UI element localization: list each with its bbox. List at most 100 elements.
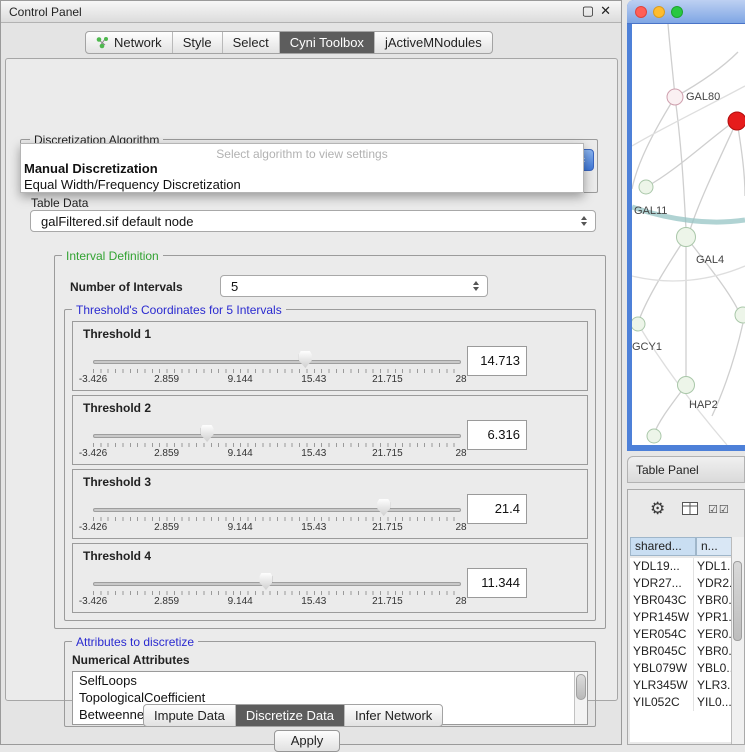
network-node-selected[interactable] <box>728 112 745 130</box>
column-filter-check-icons[interactable]: ☑☑ <box>708 503 730 516</box>
table-cell[interactable]: YIL0... <box>694 694 732 711</box>
scrollbar-thumb[interactable] <box>576 674 586 700</box>
slider-thumb[interactable] <box>299 351 312 368</box>
tab-style[interactable]: Style <box>173 32 223 53</box>
network-icon <box>96 36 109 49</box>
table-row[interactable]: YBL079W YBL0... <box>630 660 733 677</box>
control-panel-titlebar[interactable]: Control Panel ▢ ✕ <box>1 1 621 23</box>
tab-cyni-toolbox[interactable]: Cyni Toolbox <box>280 32 375 53</box>
table-cell[interactable]: YDL19... <box>630 558 694 575</box>
slider-track[interactable] <box>93 582 461 586</box>
table-cell[interactable]: YDR2... <box>694 575 732 592</box>
tab-label: Select <box>233 35 269 50</box>
algorithm-option-manual[interactable]: Manual Discretization <box>24 161 158 176</box>
tab-infer-network[interactable]: Infer Network <box>345 705 442 726</box>
network-node[interactable] <box>639 180 653 194</box>
network-node[interactable] <box>735 307 745 323</box>
table-cell[interactable]: YLR3... <box>694 677 732 694</box>
intervals-combo-value: 5 <box>231 279 238 294</box>
algorithm-dropdown-list: Select algorithm to view settings Manual… <box>20 143 584 193</box>
table-cell[interactable]: YBR043C <box>630 592 694 609</box>
scale-label: 2.859 <box>154 522 179 533</box>
list-item[interactable]: SelfLoops <box>73 672 587 689</box>
threshold-value-field[interactable]: 11.344 <box>467 568 527 598</box>
list-scrollbar[interactable] <box>574 672 587 724</box>
number-of-intervals-label: Number of Intervals <box>70 280 183 294</box>
threshold-slider[interactable]: -3.426 2.859 9.144 15.43 21.715 28 <box>93 422 461 464</box>
table-row[interactable]: YBR045C YBR0... <box>630 643 733 660</box>
scale-label: 9.144 <box>228 448 253 459</box>
combo-arrows-icon <box>581 216 587 226</box>
tab-impute-data[interactable]: Impute Data <box>144 705 236 726</box>
threshold-value-field[interactable]: 14.713 <box>467 346 527 376</box>
close-icon[interactable]: ✕ <box>600 3 611 19</box>
threshold-label: Threshold 4 <box>83 549 151 563</box>
table-row[interactable]: YLR345W YLR3... <box>630 677 733 694</box>
table-row[interactable]: YIL052C YIL0... <box>630 694 733 711</box>
slider-thumb[interactable] <box>201 425 214 442</box>
table-cell[interactable]: YBR0... <box>694 643 732 660</box>
table-row[interactable]: YPR145W YPR1... <box>630 609 733 626</box>
table-data-combo[interactable]: galFiltered.sif default node <box>30 210 596 232</box>
table-cell[interactable]: YBL079W <box>630 660 694 677</box>
slider-ticks <box>93 517 461 521</box>
scale-label: 9.144 <box>228 522 253 533</box>
columns-icon[interactable] <box>682 502 698 518</box>
slider-track[interactable] <box>93 360 461 364</box>
table-row[interactable]: YBR043C YBR0... <box>630 592 733 609</box>
slider-track[interactable] <box>93 434 461 438</box>
threshold-value-field[interactable]: 6.316 <box>467 420 527 450</box>
threshold-value-field[interactable]: 21.4 <box>467 494 527 524</box>
algorithm-prompt-item[interactable]: Select algorithm to view settings <box>21 147 583 161</box>
tab-label: Impute Data <box>154 708 225 723</box>
threshold-slider[interactable]: -3.426 2.859 9.144 15.43 21.715 28 <box>93 570 461 612</box>
apply-button[interactable]: Apply <box>274 730 340 752</box>
zoom-traffic-light[interactable] <box>671 6 683 18</box>
table-cell[interactable]: YPR145W <box>630 609 694 626</box>
column-header-shared-name[interactable]: shared... <box>630 537 696 556</box>
table-cell[interactable]: YER054C <box>630 626 694 643</box>
threshold-panel-4: Threshold 4 -3.426 2.859 9.144 15.43 21.… <box>72 543 588 613</box>
slider-track[interactable] <box>93 508 461 512</box>
table-cell[interactable]: YBL0... <box>694 660 732 677</box>
table-cell[interactable]: YIL052C <box>630 694 694 711</box>
table-panel-header[interactable]: Table Panel <box>627 456 745 483</box>
table-row[interactable]: YDL19... YDL1... <box>630 558 733 575</box>
slider-thumb[interactable] <box>259 573 272 590</box>
algorithm-option-equal-width[interactable]: Equal Width/Frequency Discretization <box>24 177 241 192</box>
tab-jactivemnodules[interactable]: jActiveMNodules <box>375 32 492 53</box>
table-cell[interactable]: YER0... <box>694 626 732 643</box>
slider-thumb[interactable] <box>377 499 390 516</box>
table-row[interactable]: YDR27... YDR2... <box>630 575 733 592</box>
threshold-slider[interactable]: -3.426 2.859 9.144 15.43 21.715 28 <box>93 496 461 538</box>
table-cell[interactable]: YLR345W <box>630 677 694 694</box>
table-cell[interactable]: YBR0... <box>694 592 732 609</box>
number-of-intervals-combo[interactable]: 5 <box>220 275 488 297</box>
table-row[interactable]: YER054C YER0... <box>630 626 733 643</box>
float-window-icon[interactable]: ▢ <box>582 3 594 19</box>
table-cell[interactable]: YBR045C <box>630 643 694 660</box>
tab-discretize-data[interactable]: Discretize Data <box>236 705 345 726</box>
table-cell[interactable]: YDL1... <box>694 558 732 575</box>
tab-label: Infer Network <box>355 708 432 723</box>
network-node[interactable] <box>678 377 695 394</box>
tab-network[interactable]: Network <box>86 32 173 53</box>
threshold-label: Threshold 2 <box>83 401 151 415</box>
network-node[interactable] <box>647 429 661 443</box>
numerical-attributes-label: Numerical Attributes <box>72 653 190 667</box>
close-traffic-light[interactable] <box>635 6 647 18</box>
table-cell[interactable]: YDR27... <box>630 575 694 592</box>
table-cell[interactable]: YPR1... <box>694 609 732 626</box>
column-header-name[interactable]: n... <box>696 537 733 556</box>
table-scrollbar[interactable] <box>731 537 744 744</box>
network-window-titlebar[interactable] <box>627 0 745 24</box>
network-canvas[interactable]: GAL80 GAL11 GAL4 GCY1 HAP2 <box>632 24 745 445</box>
scrollbar-thumb[interactable] <box>733 561 742 641</box>
network-node[interactable] <box>632 317 645 331</box>
minimize-traffic-light[interactable] <box>653 6 665 18</box>
gear-icon[interactable]: ⚙ <box>650 499 665 519</box>
threshold-slider[interactable]: -3.426 2.859 9.144 15.43 21.715 28 <box>93 348 461 390</box>
network-node[interactable] <box>677 228 696 247</box>
network-node[interactable] <box>667 89 683 105</box>
tab-select[interactable]: Select <box>223 32 280 53</box>
